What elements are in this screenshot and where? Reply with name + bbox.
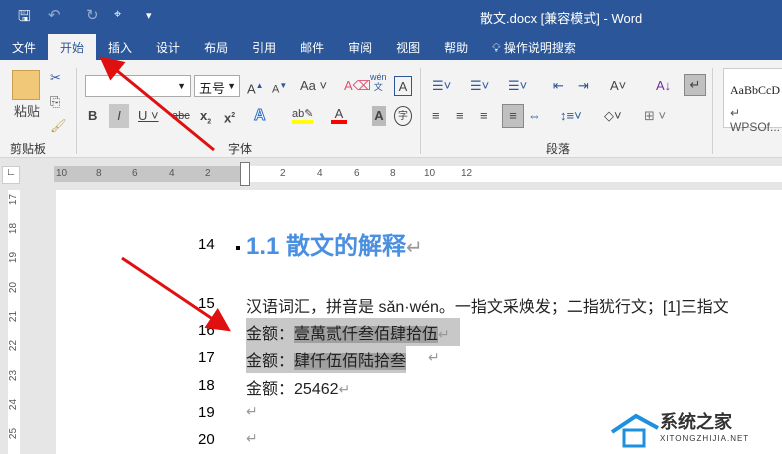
tab-selector[interactable]: ∟ [2, 166, 20, 184]
paragraph-text[interactable]: 汉语词汇，拼音是 sǎn·wén。一指文采焕发；二指犹行文；[1]三指文 [246, 293, 729, 317]
title-bar: 🖫 ↶ ↻ ⌖ ▾ 散文.docx [兼容模式] - Word [0, 0, 782, 34]
tab-insert[interactable]: 插入 [96, 34, 144, 60]
grow-font-icon[interactable]: A▲ [247, 76, 264, 96]
character-border-icon[interactable]: A [394, 76, 412, 96]
tab-view[interactable]: 视图 [384, 34, 432, 60]
character-shading-icon[interactable]: A [372, 106, 386, 126]
change-case-icon[interactable]: Aa ˅ [300, 76, 327, 96]
numbering-icon[interactable]: ☰˅ [470, 76, 489, 96]
touch-mode-icon[interactable]: ⌖ [114, 6, 121, 22]
justify-button[interactable]: ≡ [502, 104, 524, 128]
font-color-icon[interactable]: A [331, 104, 347, 124]
horizontal-ruler[interactable]: 10 8 6 4 2 2 4 6 8 10 12 [54, 162, 782, 186]
line-number: 15 [198, 295, 215, 312]
tab-design[interactable]: 设计 [144, 34, 192, 60]
subscript-button[interactable]: x2 [200, 106, 211, 126]
line-number: 18 [198, 377, 215, 394]
ruler-area: ∟ 10 8 6 4 2 2 4 6 8 10 12 [0, 158, 782, 190]
watermark-logo: 系统之家 XITONGZHIJIA.NET [610, 402, 782, 454]
text-effects-icon[interactable]: A [254, 106, 267, 126]
center-button[interactable]: ≡ [456, 106, 464, 126]
divider [712, 68, 713, 154]
distributed-button[interactable]: ⇔ [528, 106, 541, 126]
tab-file[interactable]: 文件 [0, 34, 48, 60]
line-number: 19 [198, 404, 215, 421]
strikethrough-button[interactable]: abc [172, 106, 190, 126]
paste-icon[interactable] [12, 70, 40, 100]
bold-button[interactable]: B [88, 106, 97, 126]
font-size-select[interactable]: 五号 ▼ [194, 75, 240, 97]
highlight-icon[interactable]: ab✎ [292, 104, 314, 124]
amount-line-selected[interactable]: 金额：肆仟伍佰陆拾叁 [246, 345, 407, 373]
clear-formatting-icon[interactable]: A⌫ [344, 76, 371, 96]
show-paragraph-marks-button[interactable]: ↵ [684, 74, 706, 96]
line-number: 17 [198, 349, 215, 366]
save-icon[interactable]: 🖫 [18, 6, 31, 31]
paragraph-mark: ↵ [246, 403, 258, 419]
divider [76, 68, 77, 154]
borders-icon[interactable]: ⊞ ˅ [644, 106, 666, 126]
asian-layout-icon[interactable]: A˅ [610, 76, 626, 96]
sort-icon[interactable]: A↓ [656, 76, 671, 96]
amount-line-selected[interactable]: 金额：壹萬贰仟叁佰肆拾伍↵ [246, 318, 460, 346]
tab-home[interactable]: 开始 [48, 34, 97, 60]
font-name-select[interactable]: ▼ [85, 75, 191, 97]
align-right-button[interactable]: ≡ [480, 106, 488, 126]
increase-indent-icon[interactable]: ⇥ [578, 76, 589, 96]
cut-icon[interactable]: ✂ [50, 68, 61, 88]
format-painter-icon[interactable]: 🖌︎ [50, 116, 67, 136]
undo-icon[interactable]: ↶ [48, 6, 61, 24]
lightbulb-icon: 💡︎ [492, 41, 504, 55]
tab-review[interactable]: 审阅 [336, 34, 384, 60]
multilevel-list-icon[interactable]: ☰˅ [508, 76, 527, 96]
ribbon-tabs: 文件 开始 插入 设计 布局 引用 邮件 审阅 视图 帮助 💡︎ 操作说明搜索 [0, 34, 782, 60]
ribbon: 粘贴 ✂ ⎘ 🖌︎ 剪贴板 ▼ 五号 ▼ A▲ A▼ Aa ˅ A⌫ wén 文 … [0, 60, 782, 158]
italic-button[interactable]: I [109, 104, 129, 128]
vertical-ruler[interactable]: 17 18 19 20 21 22 23 24 25 [8, 190, 20, 454]
heading-bullet [236, 246, 240, 250]
tab-help[interactable]: 帮助 [432, 34, 480, 60]
tab-mailings[interactable]: 邮件 [288, 34, 336, 60]
indent-marker[interactable] [240, 162, 250, 186]
clipboard-group-label: 剪贴板 [10, 142, 47, 156]
font-group-label: 字体 [228, 142, 253, 156]
line-spacing-icon[interactable]: ↕≡˅ [560, 106, 582, 126]
paste-button[interactable]: 粘贴 [10, 102, 44, 122]
tell-me-search[interactable]: 💡︎ 操作说明搜索 [480, 34, 588, 60]
line-number: 16 [198, 322, 215, 339]
divider [420, 68, 421, 154]
paragraph-group-label: 段落 [546, 142, 571, 156]
paragraph-mark: ↵ [246, 430, 258, 446]
bullets-icon[interactable]: ☰˅ [432, 76, 451, 96]
style-gallery-item[interactable]: AaBbCcD ↵ WPSOf... [723, 68, 782, 134]
line-number: 20 [198, 431, 215, 448]
redo-icon[interactable]: ↻ [86, 6, 99, 24]
align-left-button[interactable]: ≡ [432, 106, 440, 126]
paragraph-mark: ↵ [428, 349, 440, 365]
copy-icon[interactable]: ⎘ [50, 92, 60, 112]
shading-icon[interactable]: ◇˅ [604, 106, 622, 126]
tab-references[interactable]: 引用 [240, 34, 288, 60]
line-number: 14 [198, 236, 215, 253]
tab-layout[interactable]: 布局 [192, 34, 240, 60]
amount-line[interactable]: 金额：25462↵ [246, 375, 350, 399]
window-title: 散文.docx [兼容模式] - Word [480, 11, 643, 26]
document-heading[interactable]: 1.1 散文的解释↵ [246, 226, 423, 261]
underline-button[interactable]: U ˅ [138, 106, 159, 126]
enclose-characters-icon[interactable]: 字 [394, 106, 412, 126]
customize-qat-icon[interactable]: ▾ [146, 9, 152, 22]
superscript-button[interactable]: x2 [224, 106, 235, 126]
decrease-indent-icon[interactable]: ⇤ [553, 76, 564, 96]
phonetic-guide-icon[interactable]: wén 文 [370, 72, 387, 96]
shrink-font-icon[interactable]: A▼ [272, 76, 287, 96]
